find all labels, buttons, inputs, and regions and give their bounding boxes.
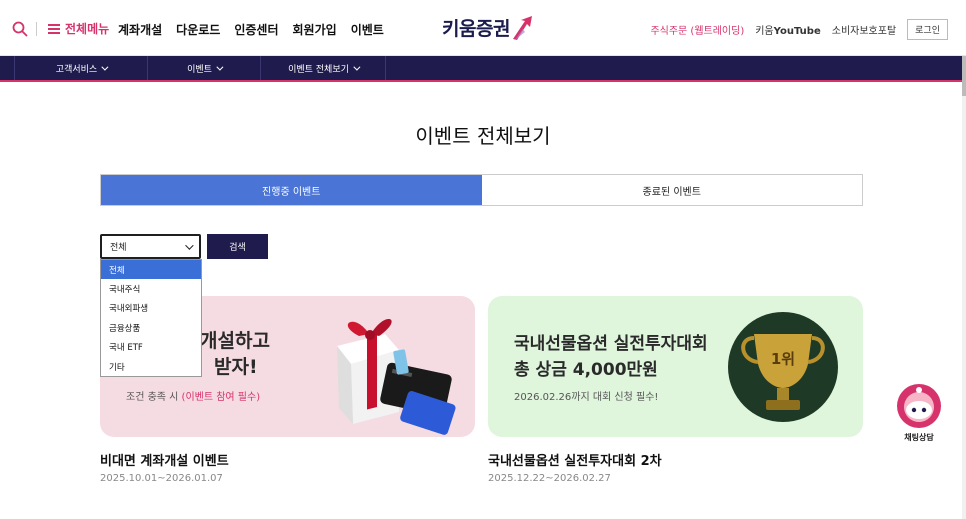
gnb-event[interactable]: 이벤트 <box>351 21 384 38</box>
dropdown-option[interactable]: 국내주식 <box>101 279 201 298</box>
gnb-download[interactable]: 다운로드 <box>176 21 220 38</box>
subnav-event[interactable]: 이벤트 <box>148 56 261 80</box>
global-nav: 계좌개설 다운로드 인증센터 회원가입 이벤트 <box>118 21 384 38</box>
dropdown-option[interactable]: 국내외파생 <box>101 299 201 318</box>
dropdown-option[interactable]: 금융상품 <box>101 318 201 337</box>
tab-ongoing[interactable]: 진행중 이벤트 <box>101 175 482 205</box>
page-title: 이벤트 전체보기 <box>415 124 551 148</box>
dropdown-option[interactable]: 전체 <box>101 260 201 280</box>
youtube-link[interactable]: 키움YouTube <box>755 22 821 37</box>
category-select-value: 전체 <box>110 243 127 253</box>
kiwoom-logo[interactable]: 키움증권 <box>442 14 533 41</box>
chevron-down-icon <box>185 240 194 250</box>
category-dropdown-list: 전체 국내주식 국내외파생 금융상품 국내 ETF 기타 <box>100 259 202 378</box>
trophy-rank-text: 1위 <box>771 350 795 368</box>
subnav-customer-service[interactable]: 고객서비스 <box>14 56 148 80</box>
event-tabs: 진행중 이벤트 종료된 이벤트 <box>100 174 863 206</box>
banner-subtext-prefix: 조건 충족 시 <box>126 392 182 403</box>
dropdown-option[interactable]: 기타 <box>101 357 201 376</box>
event-title[interactable]: 비대면 계좌개설 이벤트 <box>100 450 229 469</box>
banner-headline: 총 상금 4,000만원 <box>514 360 658 380</box>
logo-arrow-icon <box>512 15 532 40</box>
banner-subtext: 조건 충족 시 (이벤트 참여 필수) <box>126 388 260 403</box>
gift-box-illustration <box>337 319 456 435</box>
all-menu-label: 전체메뉴 <box>65 22 110 36</box>
subnav-label: 이벤트 <box>187 64 212 75</box>
scrollbar-thumb[interactable] <box>962 56 966 96</box>
chevron-down-icon <box>101 63 109 71</box>
all-menu-button[interactable]: 전체메뉴 <box>48 20 109 37</box>
dropdown-option[interactable]: 국내 ETF <box>101 338 201 357</box>
chevron-down-icon <box>216 63 224 71</box>
gnb-account-open[interactable]: 계좌개설 <box>118 21 162 38</box>
gnb-signup[interactable]: 회원가입 <box>293 21 337 38</box>
chatbot-icon <box>897 384 941 428</box>
event-date: 2025.12.22~2026.02.27 <box>488 473 611 484</box>
youtube-text: YouTube <box>773 26 821 37</box>
event-banner-futures-contest[interactable]: 국내선물옵션 실전투자대회 총 상금 4,000만원 2026.02.26까지 … <box>488 296 863 437</box>
banner-subtext: 2026.02.26까지 대회 신청 필수! <box>514 392 659 403</box>
utility-links: 주식주문 (웹트레이딩) 키움YouTube 소비자보호포탈 로그인 <box>650 19 948 40</box>
gnb-auth-center[interactable]: 인증센터 <box>234 21 278 38</box>
event-date: 2025.10.01~2026.01.07 <box>100 473 223 484</box>
subnav-label: 고객서비스 <box>55 64 98 75</box>
subnav-all-events[interactable]: 이벤트 전체보기 <box>261 56 386 80</box>
youtube-prefix: 키움 <box>755 26 774 37</box>
divider <box>36 22 37 36</box>
trophy-icon: 1위 <box>728 312 838 422</box>
web-trading-link[interactable]: 주식주문 (웹트레이딩) <box>650 22 744 37</box>
chat-label: 채팅상담 <box>904 433 934 442</box>
banner-headline: 받자! <box>214 356 258 378</box>
tab-ended[interactable]: 종료된 이벤트 <box>481 175 862 205</box>
search-icon[interactable] <box>12 21 28 37</box>
banner-headline: 국내선물옵션 실전투자대회 <box>514 334 708 354</box>
chat-consult-button[interactable]: 채팅상담 <box>893 384 945 443</box>
event-title[interactable]: 국내선물옵션 실전투자대회 2차 <box>488 450 662 469</box>
chevron-down-icon <box>353 63 361 71</box>
logo-text: 키움증권 <box>442 18 510 40</box>
subnav-label: 이벤트 전체보기 <box>288 64 349 75</box>
login-button[interactable]: 로그인 <box>907 19 948 40</box>
banner-subtext-highlight: (이벤트 참여 필수) <box>181 392 261 403</box>
search-button[interactable]: 검색 <box>207 234 268 259</box>
hamburger-icon <box>48 23 60 34</box>
consumer-portal-link[interactable]: 소비자보호포탈 <box>832 22 896 37</box>
breadcrumb-nav: 고객서비스 이벤트 이벤트 전체보기 <box>0 56 966 82</box>
top-header: 전체메뉴 계좌개설 다운로드 인증센터 회원가입 이벤트 키움증권 주식주문 (… <box>0 0 966 56</box>
banner-headline: 개설하고 <box>200 330 270 352</box>
category-select[interactable]: 전체 <box>100 234 201 259</box>
